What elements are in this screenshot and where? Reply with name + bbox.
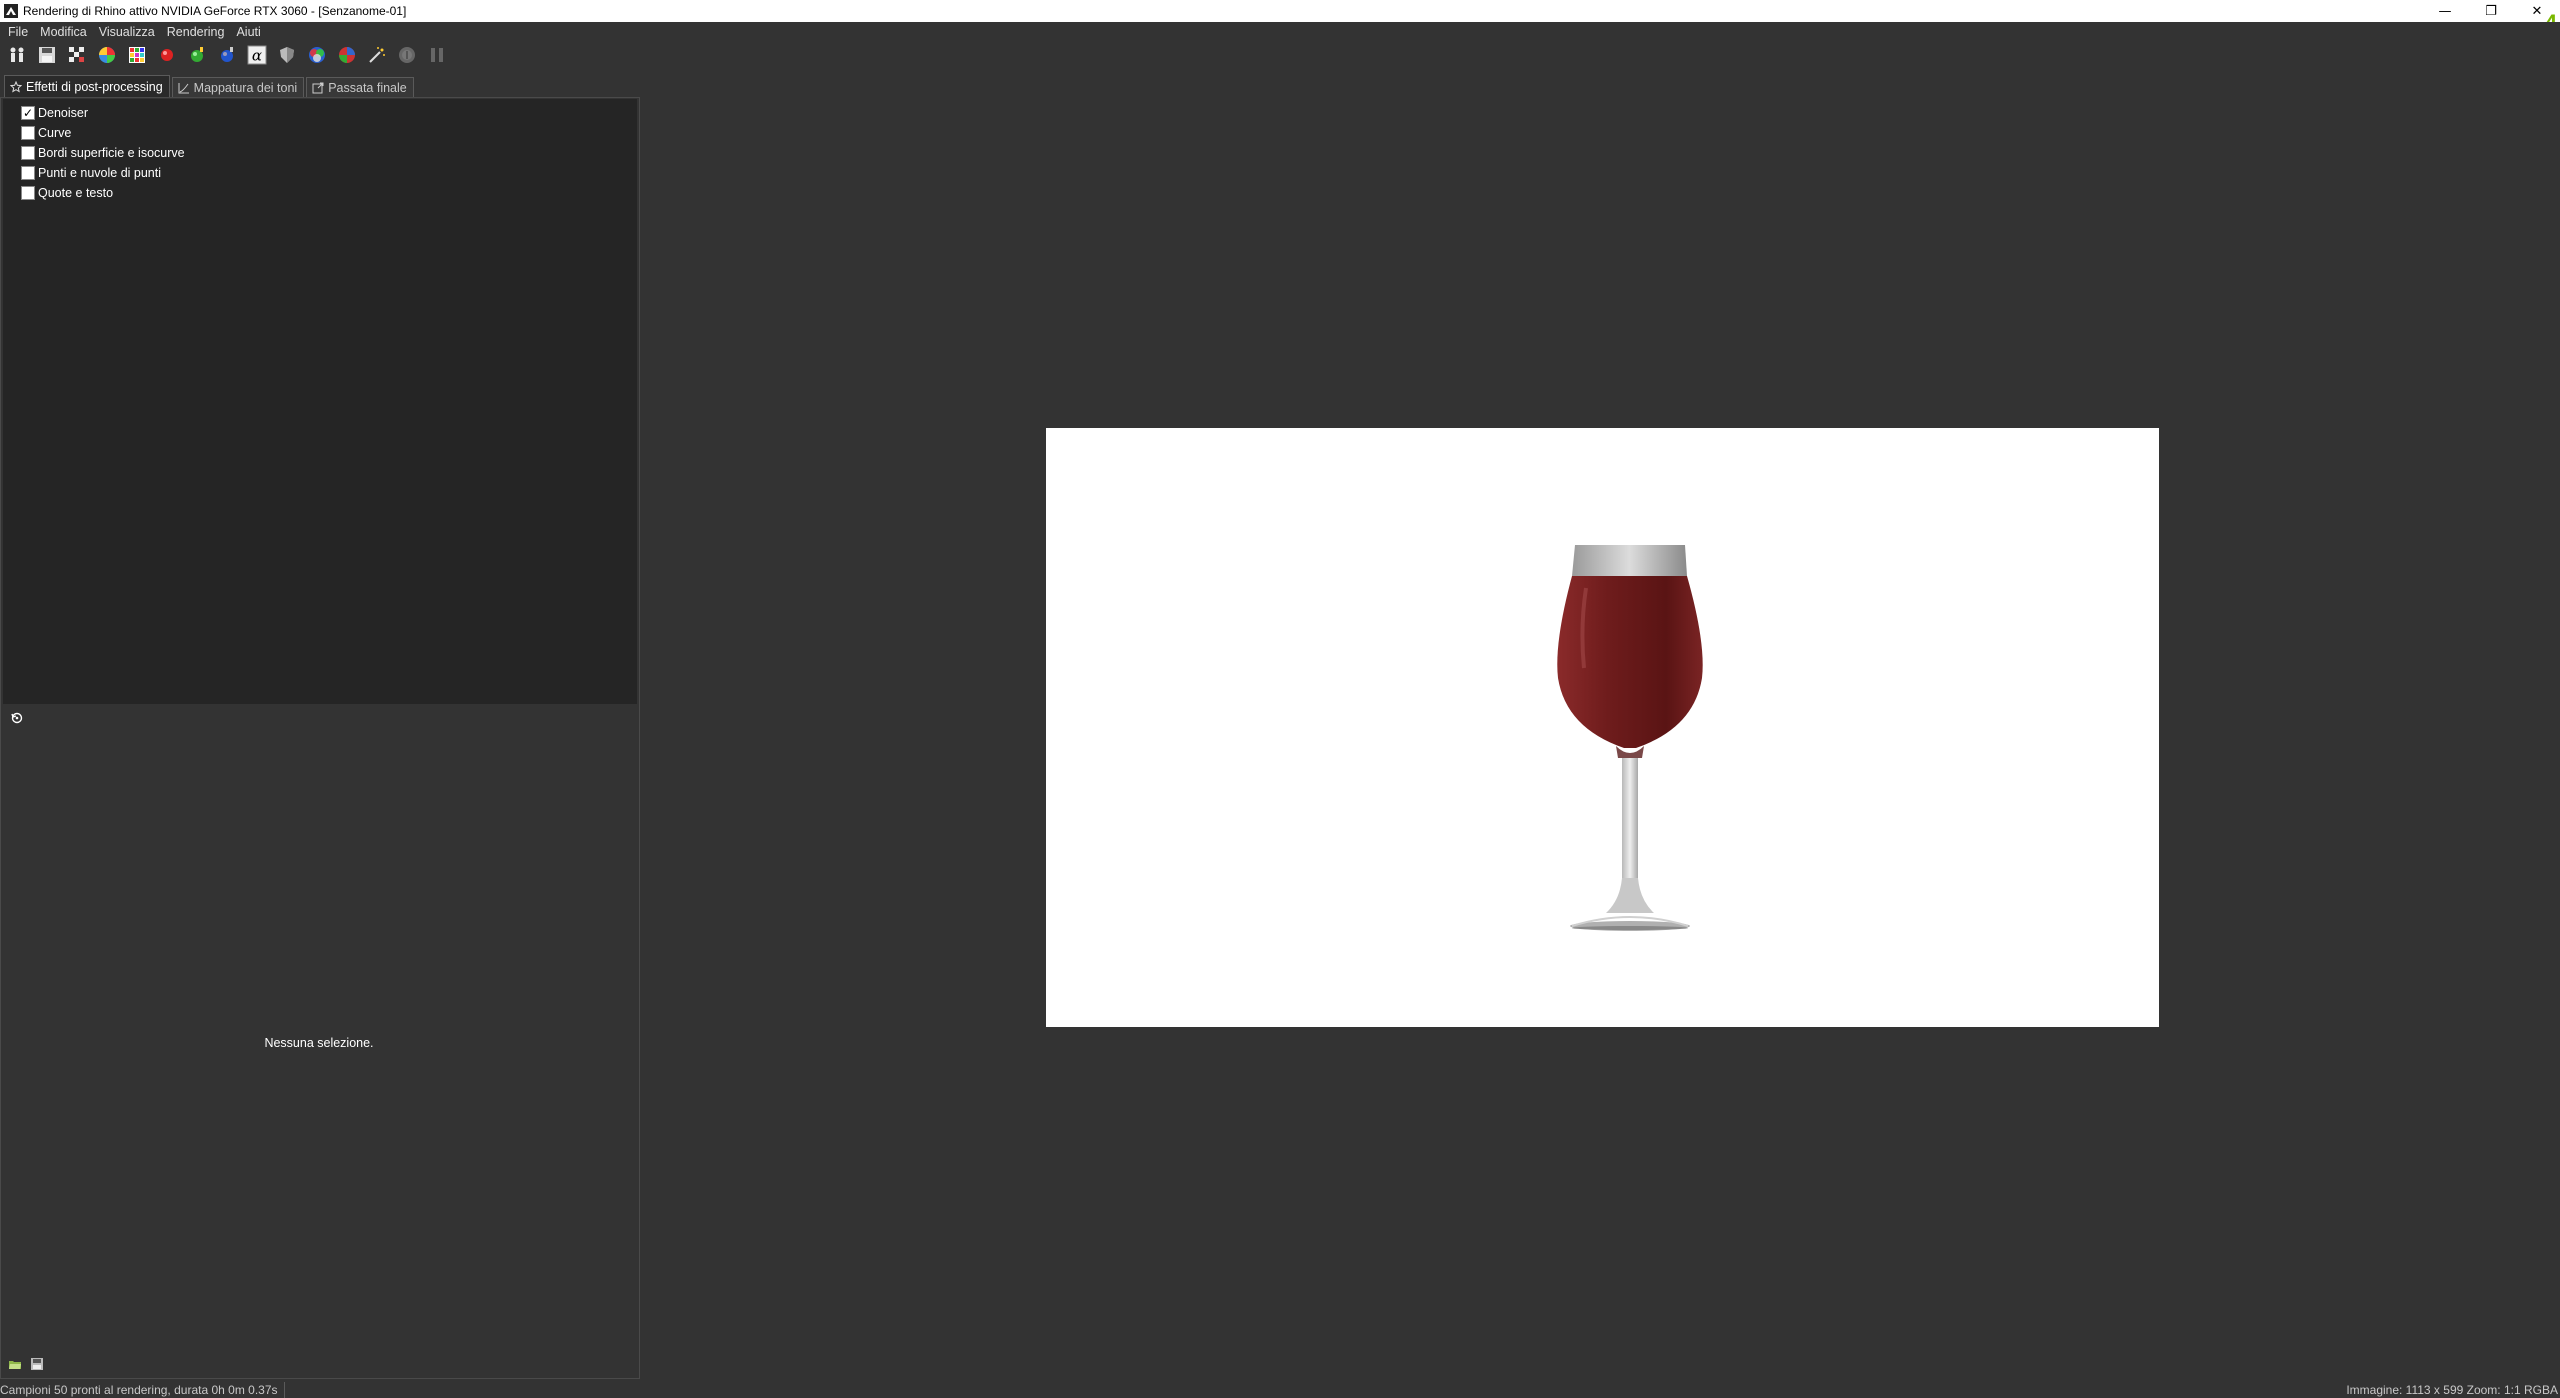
tab-final-pass[interactable]: Passata finale: [306, 77, 414, 97]
post-processing-panel: ✓ Denoiser Curve Bordi superficie e isoc…: [0, 97, 640, 1379]
image-info-text: Immagine: 1113 x 599 Zoom: 1:1 RGBA: [2346, 1383, 2558, 1397]
window-controls: — ❐ ✕: [2422, 0, 2560, 22]
effect-label: Curve: [38, 126, 72, 140]
toolbar: α: [0, 42, 2560, 68]
effect-curves[interactable]: Curve: [3, 123, 637, 143]
tab-tone-mapping-label: Mappatura dei toni: [193, 80, 298, 95]
effect-label: Punti e nuvole di punti: [38, 166, 162, 180]
no-selection-message: Nessuna selezione.: [264, 1036, 374, 1050]
red-ball-icon[interactable]: [154, 42, 180, 68]
shield-icon[interactable]: [274, 42, 300, 68]
status-bar: Campioni 50 pronti al rendering, durata …: [0, 1382, 2560, 1398]
menu-rendering[interactable]: Rendering: [161, 22, 231, 42]
menu-visualizza[interactable]: Visualizza: [93, 22, 161, 42]
blue-ball-icon[interactable]: [214, 42, 240, 68]
checker-icon[interactable]: [64, 42, 90, 68]
pause-icon[interactable]: [424, 42, 450, 68]
surface-edges-checkbox[interactable]: [21, 146, 35, 160]
effect-denoiser[interactable]: ✓ Denoiser: [3, 103, 637, 123]
effect-label: Quote e testo: [38, 186, 114, 200]
alpha-icon[interactable]: α: [244, 42, 270, 68]
rhino-app-icon[interactable]: [3, 3, 19, 19]
denoiser-checkbox[interactable]: ✓: [21, 106, 35, 120]
effect-label: Denoiser: [38, 106, 89, 120]
effect-label: Bordi superficie e isocurve: [38, 146, 185, 160]
people-icon[interactable]: [4, 42, 30, 68]
panel-footer: [7, 1356, 51, 1372]
wine-glass-render: [1557, 545, 1703, 931]
menu-bar: File Modifica Visualizza Rendering Aiuti: [0, 22, 2560, 42]
render-status-text: Campioni 50 pronti al rendering, durata …: [0, 1382, 285, 1398]
title-bar: Rendering di Rhino attivo NVIDIA GeForce…: [0, 0, 2560, 22]
tab-strip: Effetti di post-processing Mappatura dei…: [4, 75, 416, 97]
effect-surface-edges[interactable]: Bordi superficie e isocurve: [3, 143, 637, 163]
tab-final-pass-label: Passata finale: [328, 80, 407, 95]
curves-checkbox[interactable]: [21, 126, 35, 140]
green-ball-icon[interactable]: [184, 42, 210, 68]
color-wheel-icon[interactable]: [94, 42, 120, 68]
dimensions-text-checkbox[interactable]: [21, 186, 35, 200]
svg-text:α: α: [252, 47, 262, 65]
stop-icon[interactable]: [394, 42, 420, 68]
effect-point-clouds[interactable]: Punti e nuvole di punti: [3, 163, 637, 183]
minimize-button[interactable]: —: [2422, 0, 2468, 22]
curve-icon: [178, 82, 190, 94]
render-viewport[interactable]: [1046, 428, 2159, 1027]
tab-post-processing[interactable]: Effetti di post-processing: [4, 75, 170, 97]
tab-post-processing-label: Effetti di post-processing: [26, 79, 163, 94]
star-icon: [10, 80, 22, 93]
mosaic-icon[interactable]: [124, 42, 150, 68]
save-preset-icon[interactable]: [29, 1356, 45, 1372]
magic-wand-icon[interactable]: [364, 42, 390, 68]
window-title: Rendering di Rhino attivo NVIDIA GeForce…: [23, 4, 407, 18]
rgb-circles-icon[interactable]: [304, 42, 330, 68]
tab-tone-mapping[interactable]: Mappatura dei toni: [171, 77, 305, 97]
menu-aiuti[interactable]: Aiuti: [230, 22, 266, 42]
save-icon[interactable]: [34, 42, 60, 68]
effects-list: ✓ Denoiser Curve Bordi superficie e isoc…: [3, 99, 637, 704]
color-cube-icon[interactable]: [334, 42, 360, 68]
open-folder-icon[interactable]: [7, 1356, 23, 1372]
point-clouds-checkbox[interactable]: [21, 166, 35, 180]
restore-button[interactable]: ❐: [2468, 0, 2514, 22]
menu-file[interactable]: File: [2, 22, 34, 42]
effect-dimensions-text[interactable]: Quote e testo: [3, 183, 637, 203]
reset-settings-icon[interactable]: [9, 710, 25, 726]
export-icon: [312, 82, 324, 94]
menu-modifica[interactable]: Modifica: [34, 22, 93, 42]
